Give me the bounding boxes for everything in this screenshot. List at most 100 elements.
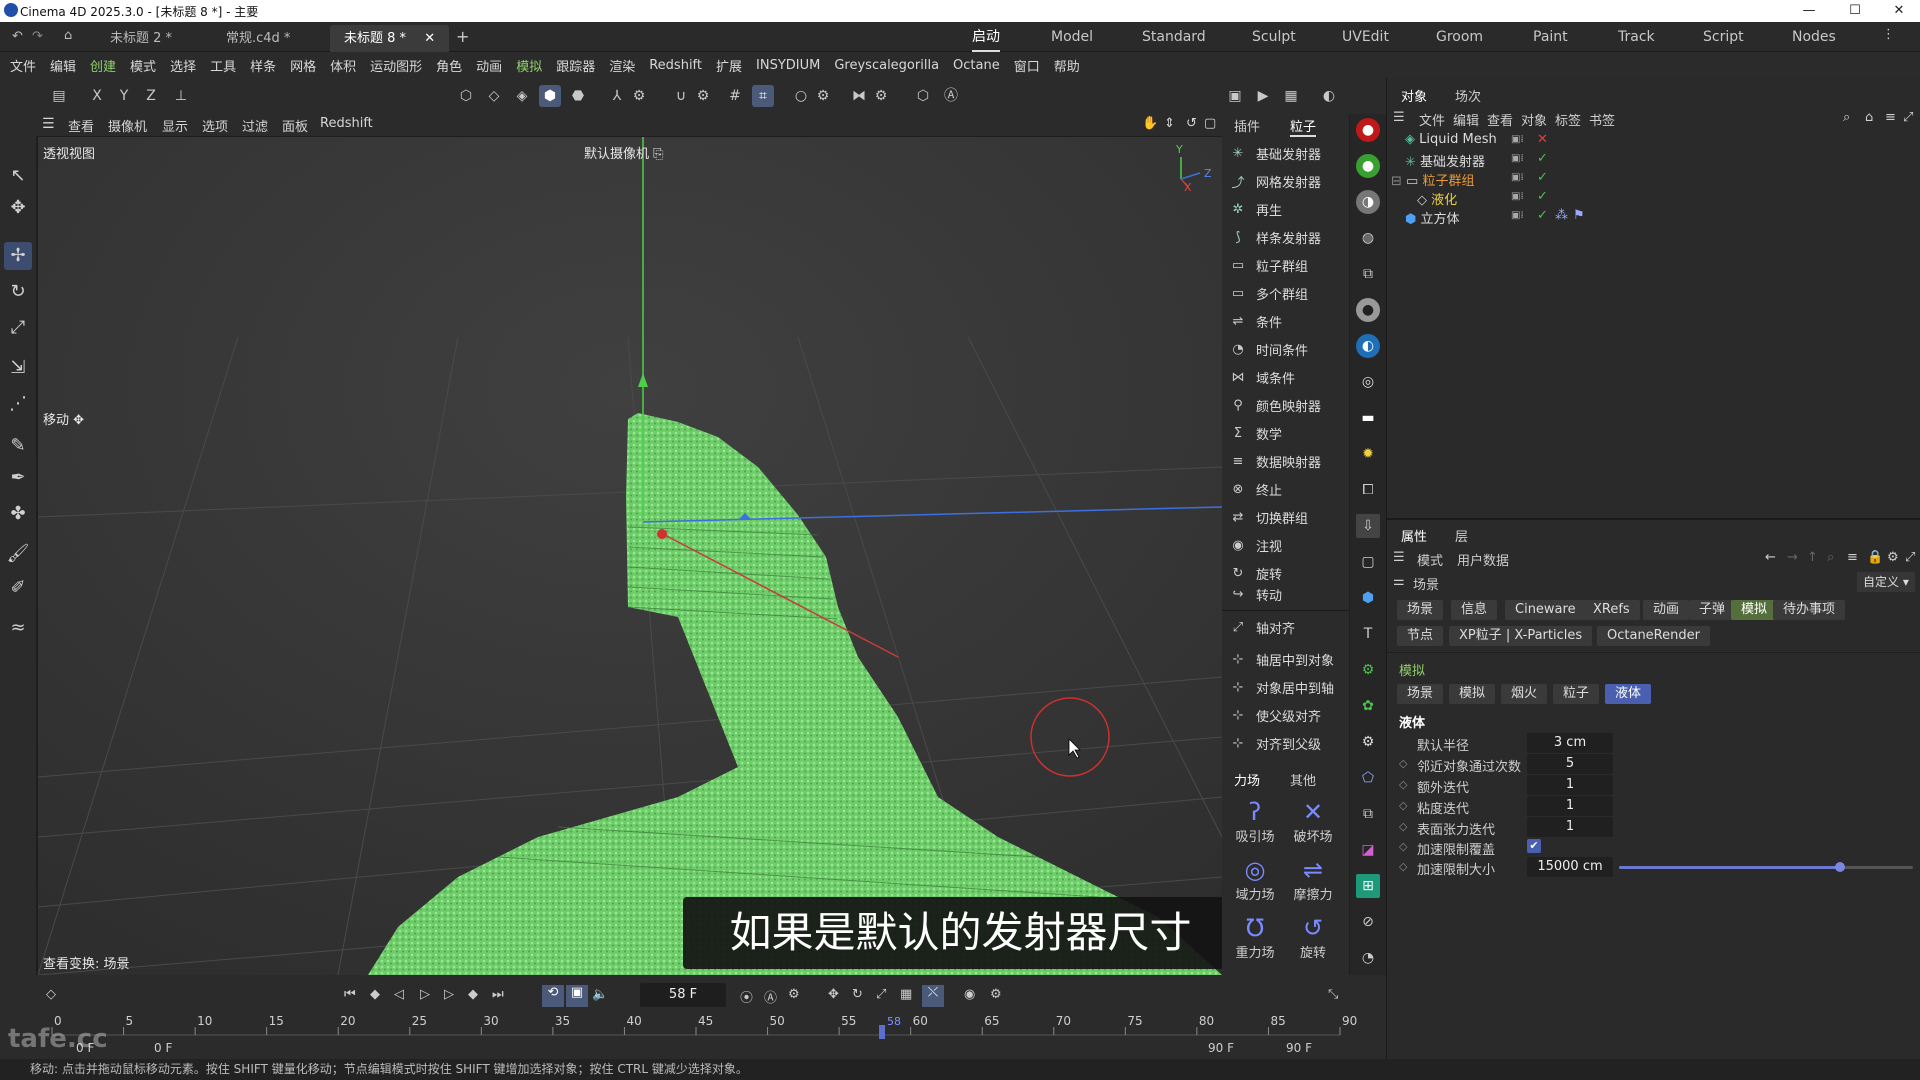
snap-icon[interactable]: ⌗ xyxy=(752,85,774,107)
prop-value-input[interactable]: 5 xyxy=(1527,754,1613,774)
symmetry-settings-icon[interactable]: ⚙ xyxy=(870,85,892,107)
texture-mode-icon[interactable]: ⬣ xyxy=(567,85,589,107)
menu-mode[interactable]: 模式 xyxy=(130,56,156,75)
grid-objects-icon[interactable]: ⊞ xyxy=(1356,874,1380,898)
symmetry-icon[interactable]: ⧓ xyxy=(848,85,870,107)
om-search-icon[interactable]: ⌕ xyxy=(1843,110,1850,125)
om-expand-icon[interactable]: ⤢ xyxy=(1903,110,1913,125)
menu-create[interactable]: 创建 xyxy=(90,56,116,75)
particle-item-condition[interactable]: ⇌ 条件 xyxy=(1228,308,1346,334)
menu-extensions[interactable]: 扩展 xyxy=(716,56,742,75)
prev-frame-button[interactable]: ◁ xyxy=(394,987,404,1002)
scene-tab-nodes[interactable]: 节点 xyxy=(1397,626,1444,646)
accel-limit-slider-track[interactable] xyxy=(1619,862,1913,872)
collapse-icon[interactable]: ⊟ xyxy=(1391,174,1402,189)
redshift-ipr-icon[interactable]: ◐ xyxy=(1318,85,1340,107)
paint-brush-icon[interactable]: 🖌 xyxy=(4,540,32,568)
animate-diamond-icon[interactable]: ◇ xyxy=(1399,840,1407,853)
scene-tab-cineware[interactable]: Cineware xyxy=(1505,600,1586,620)
menu-render[interactable]: 渲染 xyxy=(609,56,635,75)
menu-file[interactable]: 文件 xyxy=(10,56,36,75)
tab-layers[interactable]: 层 xyxy=(1455,526,1468,545)
menu-tools[interactable]: 工具 xyxy=(210,56,236,75)
lock-icon[interactable]: ○ xyxy=(790,85,812,107)
accel-limit-slider-handle[interactable] xyxy=(1834,862,1845,872)
deformer-icon[interactable]: ⬠ xyxy=(1356,766,1380,790)
live-selection-icon[interactable]: ⋰ xyxy=(4,390,32,418)
pointer-icon[interactable]: ↖ xyxy=(4,162,32,190)
om-filter-icon[interactable]: ≡ xyxy=(1885,110,1896,125)
text-icon[interactable]: T xyxy=(1356,622,1380,646)
lock-settings-icon[interactable]: ⚙ xyxy=(812,85,834,107)
force-field[interactable]: ◎ 域力场 xyxy=(1226,856,1284,910)
object-row-particle-group[interactable]: ⊟ ▭ 粒子群组 xyxy=(1391,170,1475,189)
auto-keying-icon[interactable]: Ⓐ xyxy=(940,85,962,107)
panel-icon[interactable]: ▤ xyxy=(48,85,70,107)
force-gravity[interactable]: ℧ 重力场 xyxy=(1226,914,1284,968)
viewport-camera[interactable]: 默认摄像机 ⎘ xyxy=(584,143,664,162)
axis-settings-icon[interactable]: ⚙ xyxy=(628,85,650,107)
tab-other[interactable]: 其他 xyxy=(1290,770,1316,789)
layer-toggle[interactable]: ▣⁞ xyxy=(1511,153,1524,164)
particle-item-regenerate[interactable]: ✲ 再生 xyxy=(1228,196,1346,222)
scene-tab-scene[interactable]: 场景 xyxy=(1397,600,1444,620)
viewport-menu-icon[interactable]: ☰ xyxy=(42,116,55,132)
enabled-status-icon[interactable]: ✓ xyxy=(1537,151,1548,166)
sim-tab-simulation[interactable]: 模拟 xyxy=(1449,684,1496,704)
plane-icon[interactable]: ▢ xyxy=(1356,550,1380,574)
vp-menu-view[interactable]: 查看 xyxy=(68,116,94,135)
animate-diamond-icon[interactable]: ◇ xyxy=(1399,799,1407,812)
record-icon[interactable]: ● xyxy=(1356,118,1380,142)
transfer-tool-icon[interactable]: ⇲ xyxy=(4,354,32,382)
more-menu-icon[interactable]: ⋮ xyxy=(1882,27,1895,42)
align-item-axis-center[interactable]: ⊹ 轴居中到对象 xyxy=(1228,646,1346,672)
layout-tab-uvedit[interactable]: UVEdit xyxy=(1342,22,1389,52)
layout-tab-sculpt[interactable]: Sculpt xyxy=(1252,22,1296,52)
hair-tool-icon[interactable]: ≈ xyxy=(4,614,32,642)
particle-item-spline-emitter[interactable]: ⟆ 样条发射器 xyxy=(1228,224,1346,250)
scene-tab-bullet[interactable]: 子弹 xyxy=(1689,600,1736,620)
go-to-start-button[interactable]: ⏮ xyxy=(344,987,356,1002)
next-key-button[interactable]: ◆ xyxy=(468,987,478,1002)
particle-item-field-condition[interactable]: ⋈ 域条件 xyxy=(1228,364,1346,390)
vp-maximize-icon[interactable]: ▢ xyxy=(1204,116,1216,131)
generator-icon[interactable]: ⚙ xyxy=(1356,730,1380,754)
align-item-object-center[interactable]: ⊹ 对象居中到轴 xyxy=(1228,674,1346,700)
particle-item-rotate[interactable]: ↻ 旋转 xyxy=(1228,560,1346,586)
polygons-mode-icon[interactable]: ◈ xyxy=(511,85,533,107)
layout-tab-model[interactable]: Model xyxy=(1051,22,1093,52)
sculpt-brush-icon[interactable]: ✤ xyxy=(4,500,32,528)
particle-item-look-at[interactable]: ◉ 注视 xyxy=(1228,532,1346,558)
vp-menu-panel[interactable]: 面板 xyxy=(282,116,308,135)
particle-item-data-mapper[interactable]: ≡ 数据映射器 xyxy=(1228,448,1346,474)
spline-pen-icon[interactable]: ✒ xyxy=(4,464,32,492)
axis-mode-icon[interactable]: ⅄ xyxy=(606,85,628,107)
animate-diamond-icon[interactable]: ◇ xyxy=(1399,860,1407,873)
expand-timeline-icon[interactable]: ⤡ xyxy=(1328,987,1338,1002)
enabled-status-icon[interactable]: ✓ xyxy=(1537,170,1548,185)
key-rotation-button[interactable]: ↻ xyxy=(852,987,863,1002)
tab-plugins[interactable]: 插件 xyxy=(1234,116,1260,135)
tab-forces[interactable]: 力场 xyxy=(1234,770,1260,789)
om-menu-bookmarks[interactable]: 书签 xyxy=(1589,110,1615,129)
record-key-button[interactable]: ⦿ xyxy=(740,987,753,1006)
timeline-ruler[interactable]: 0 5 10 15 20 25 30 35 40 45 50 55 60 65 70 75 80 85 9058 xyxy=(36,1015,1386,1039)
align-item-axis[interactable]: ⤢ 轴对齐 xyxy=(1228,614,1346,640)
prop-value-input[interactable]: 1 xyxy=(1527,775,1613,795)
fracture-icon[interactable]: ✿ xyxy=(1356,694,1380,718)
om-menu-icon[interactable]: ☰ xyxy=(1393,110,1405,125)
vp-menu-options[interactable]: 选项 xyxy=(202,116,228,135)
sound-icon[interactable]: 🔈 xyxy=(592,987,608,1002)
motion-system-icon[interactable]: ◉ xyxy=(964,987,975,1002)
menu-window[interactable]: 窗口 xyxy=(1014,56,1040,75)
cube-icon[interactable]: ⬢ xyxy=(1356,586,1380,610)
sim-tab-particles[interactable]: 粒子 xyxy=(1553,684,1600,704)
maximize-button[interactable]: ☐ xyxy=(1832,0,1878,22)
cloner-icon[interactable]: ⚙ xyxy=(1356,658,1380,682)
render-to-viewer-icon[interactable]: ▦ xyxy=(1280,85,1302,107)
close-tab-icon[interactable]: ✕ xyxy=(424,31,435,46)
vp-menu-display[interactable]: 显示 xyxy=(162,116,188,135)
doc-tab-1[interactable]: 未标题 2 * xyxy=(96,25,186,52)
back-icon[interactable]: ← xyxy=(1765,550,1776,565)
keyframe-selection-button[interactable]: ⚙ xyxy=(788,987,800,1002)
